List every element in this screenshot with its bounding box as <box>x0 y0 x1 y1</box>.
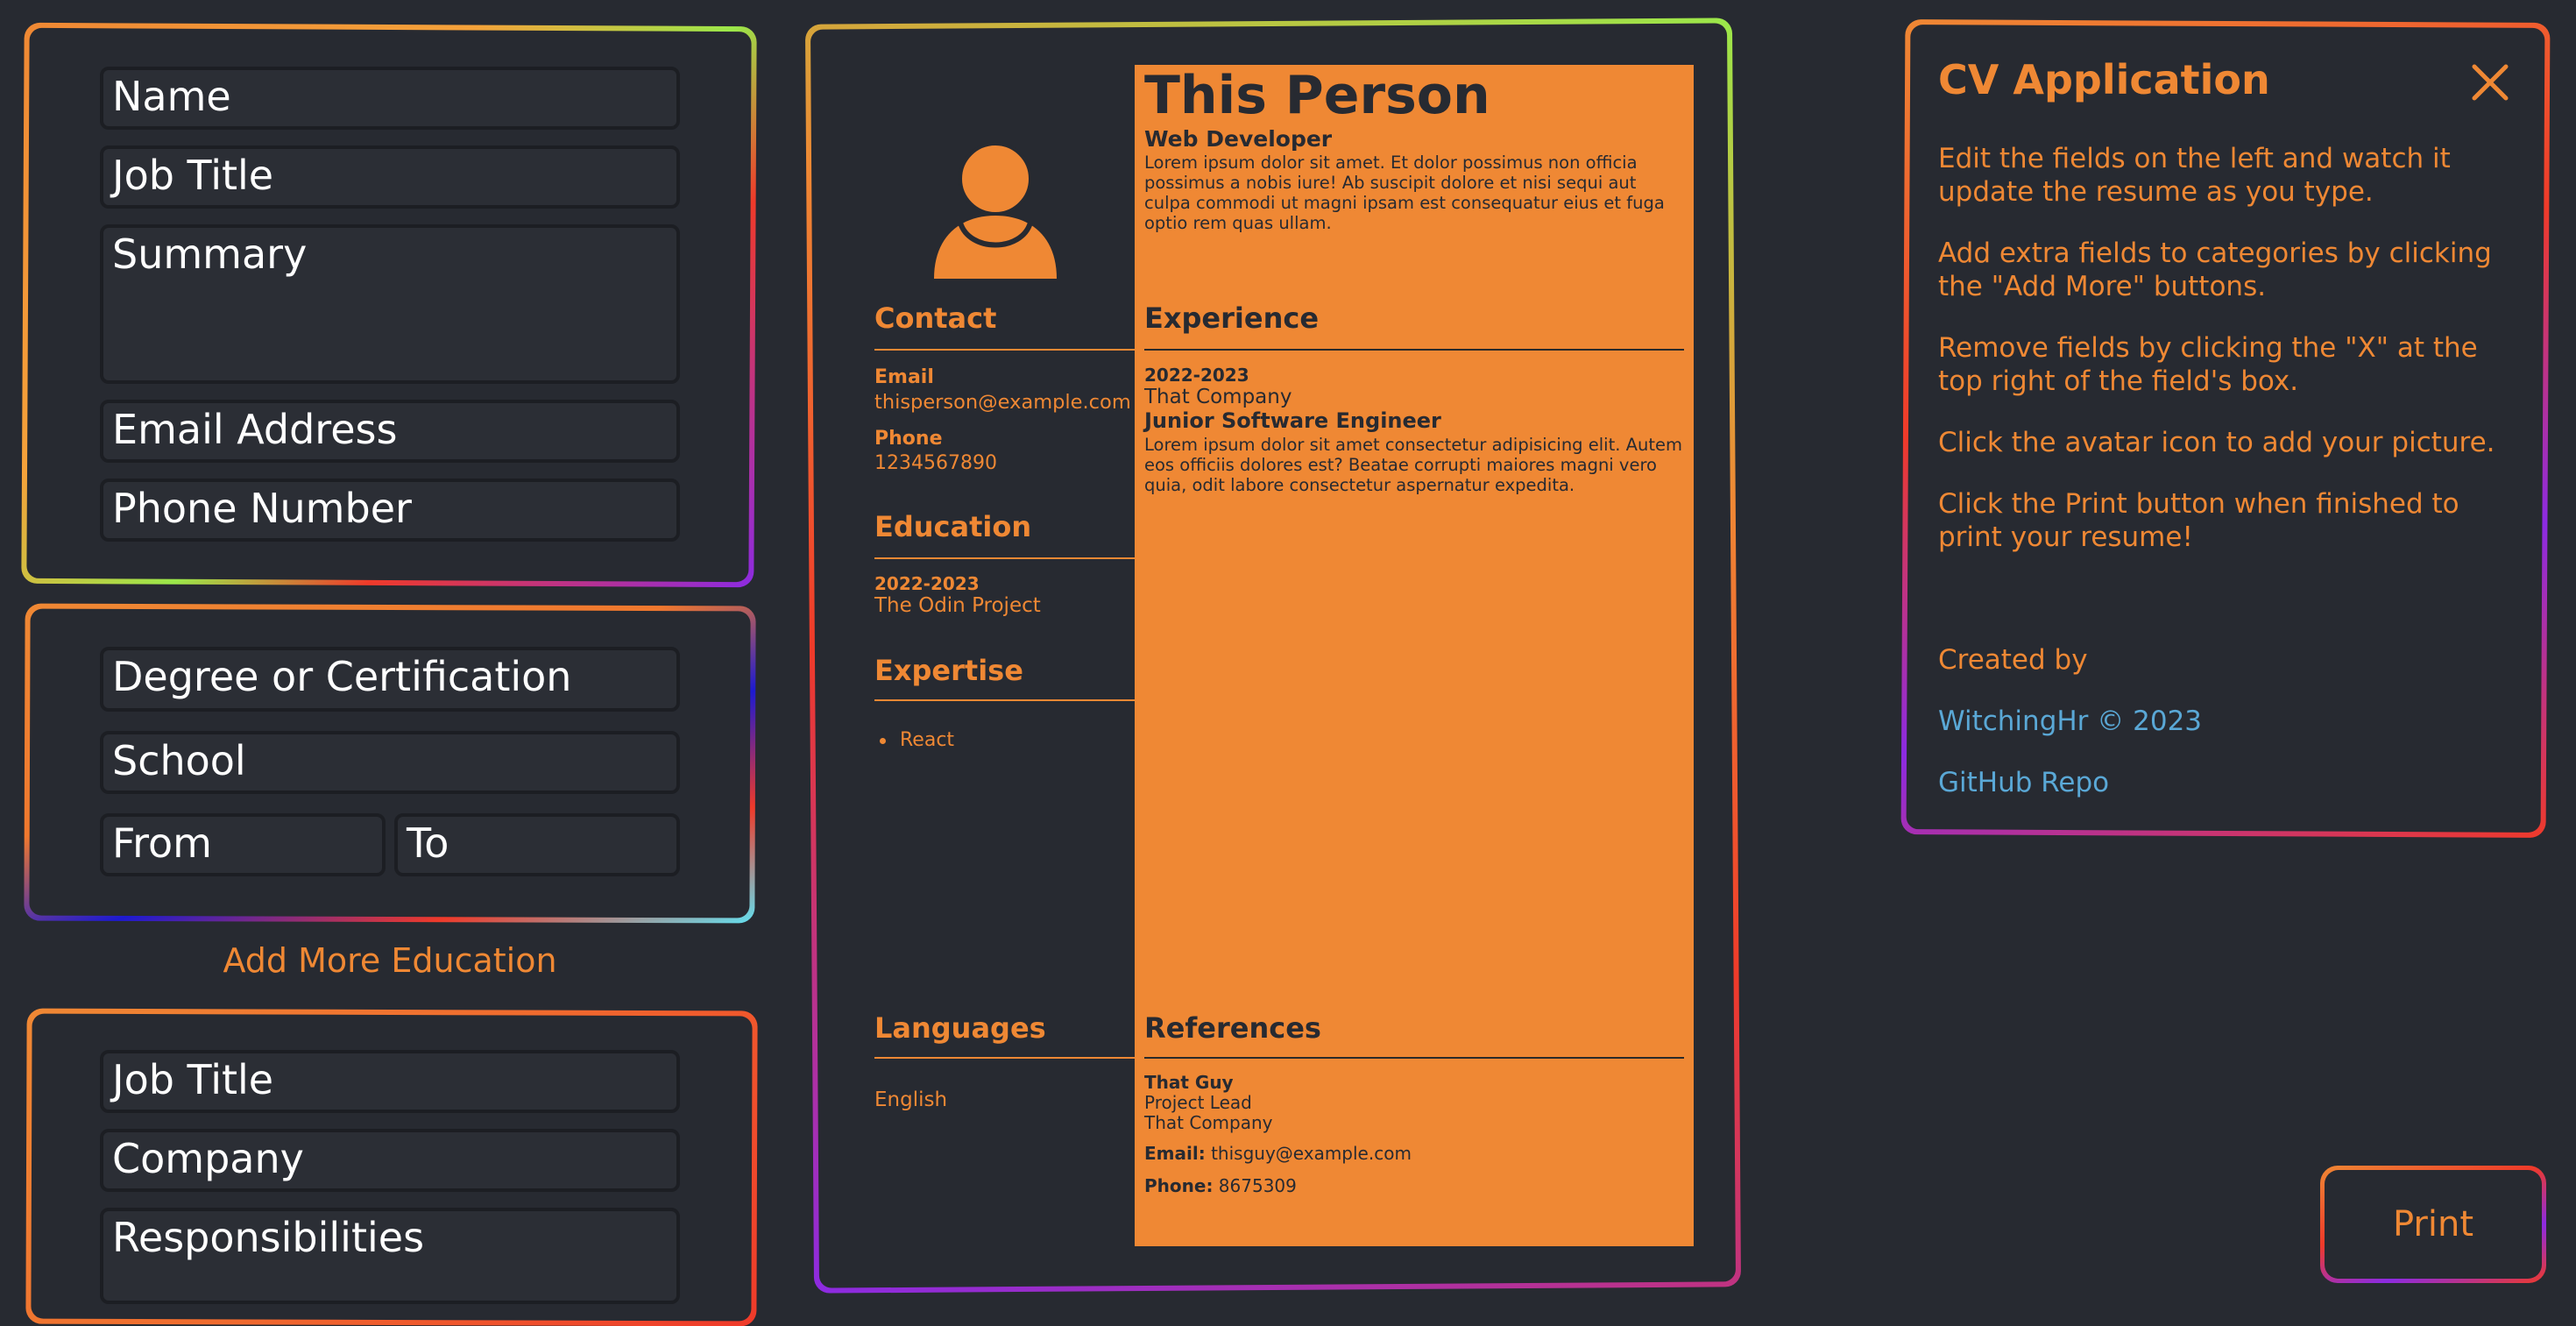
job-title-input[interactable]: Job Title <box>100 145 680 209</box>
education-heading: Education <box>874 510 1032 543</box>
expertise-item: React <box>880 729 954 751</box>
reference-phone-label: Phone: <box>1144 1175 1214 1196</box>
experience-description: Lorem ipsum dolor sit amet consectetur a… <box>1144 435 1682 495</box>
reference-entry: That Guy Project Lead That Company Email… <box>1144 1073 1684 1196</box>
reference-company: That Company <box>1144 1112 1273 1133</box>
name-input[interactable]: Name <box>100 67 680 130</box>
summary-input[interactable]: Summary <box>100 224 680 384</box>
reference-role: Project Lead <box>1144 1092 1252 1113</box>
to-input[interactable]: To <box>394 813 680 876</box>
education-dates: 2022-2023 <box>874 573 980 594</box>
resume-phone: 1234567890 <box>874 452 997 474</box>
avatar[interactable] <box>934 140 1057 280</box>
email-input[interactable]: Email Address <box>100 400 680 463</box>
languages-heading: Languages <box>874 1011 1046 1045</box>
reference-name: That Guy <box>1144 1072 1234 1093</box>
experience-job-title-input[interactable]: Job Title <box>100 1050 680 1113</box>
info-panel-title: CV Application <box>1938 56 2270 103</box>
references-heading: References <box>1144 1011 1321 1045</box>
close-button[interactable] <box>2469 61 2511 103</box>
author-link[interactable]: WitchingHr © 2023 <box>1938 705 2202 738</box>
email-label: Email <box>874 366 934 388</box>
experience-company: That Company <box>1144 386 1292 408</box>
phone-label: Phone <box>874 428 943 450</box>
add-more-education-button[interactable]: Add More Education <box>175 941 605 980</box>
school-input[interactable]: School <box>100 731 680 794</box>
resume-job-title: Web Developer <box>1144 126 1333 152</box>
experience-dates: 2022-2023 <box>1144 365 1249 386</box>
expertise-list: React <box>880 729 954 751</box>
experience-role: Junior Software Engineer <box>1144 408 1441 433</box>
expertise-item-label: React <box>900 729 955 751</box>
info-text-remove: Remove fields by clicking the "X" at the… <box>1938 332 2478 397</box>
phone-input[interactable]: Phone Number <box>100 479 680 542</box>
reference-phone-value: 8675309 <box>1218 1175 1297 1196</box>
experience-divider <box>1144 349 1684 351</box>
resume-summary: Lorem ipsum dolor sit amet. Et dolor pos… <box>1144 152 1665 233</box>
expertise-divider <box>874 699 1135 701</box>
company-input[interactable]: Company <box>100 1129 680 1192</box>
bullet-icon <box>880 737 886 744</box>
info-text-add-more: Add extra fields to categories by clicki… <box>1938 238 2492 302</box>
reference-phone: Phone: 8675309 <box>1144 1176 1684 1196</box>
info-text-print: Click the Print button when finished to … <box>1938 488 2459 553</box>
github-repo-link[interactable]: GitHub Repo <box>1938 766 2109 799</box>
references-divider <box>1144 1057 1684 1059</box>
reference-email: Email: thisguy@example.com <box>1144 1144 1684 1164</box>
expertise-heading: Expertise <box>874 654 1023 687</box>
languages-divider <box>874 1057 1135 1059</box>
resume-main-column <box>1135 65 1694 1246</box>
resume-name: This Person <box>1144 65 1490 126</box>
reference-email-value: thisguy@example.com <box>1211 1143 1412 1164</box>
avatar-icon[interactable] <box>934 140 1057 280</box>
resume-language: English <box>874 1088 948 1111</box>
responsibilities-input[interactable]: Responsibilities <box>100 1208 680 1304</box>
degree-input[interactable]: Degree or Certification <box>100 647 680 712</box>
contact-heading: Contact <box>874 301 997 335</box>
contact-divider <box>874 349 1135 351</box>
from-input[interactable]: From <box>100 813 386 876</box>
print-button-label[interactable]: Print <box>2320 1166 2546 1283</box>
print-button[interactable]: Print <box>2320 1166 2546 1283</box>
created-by-label: Created by <box>1938 644 2088 676</box>
experience-heading: Experience <box>1144 301 1320 335</box>
resume-email: thisperson@example.com <box>874 391 1131 414</box>
close-icon[interactable] <box>2469 61 2511 103</box>
info-text-avatar: Click the avatar icon to add your pictur… <box>1938 427 2495 458</box>
education-school: The Odin Project <box>874 594 1041 617</box>
reference-email-label: Email: <box>1144 1143 1206 1164</box>
info-text-edit: Edit the fields on the left and watch it… <box>1938 143 2451 208</box>
education-divider <box>874 557 1135 559</box>
